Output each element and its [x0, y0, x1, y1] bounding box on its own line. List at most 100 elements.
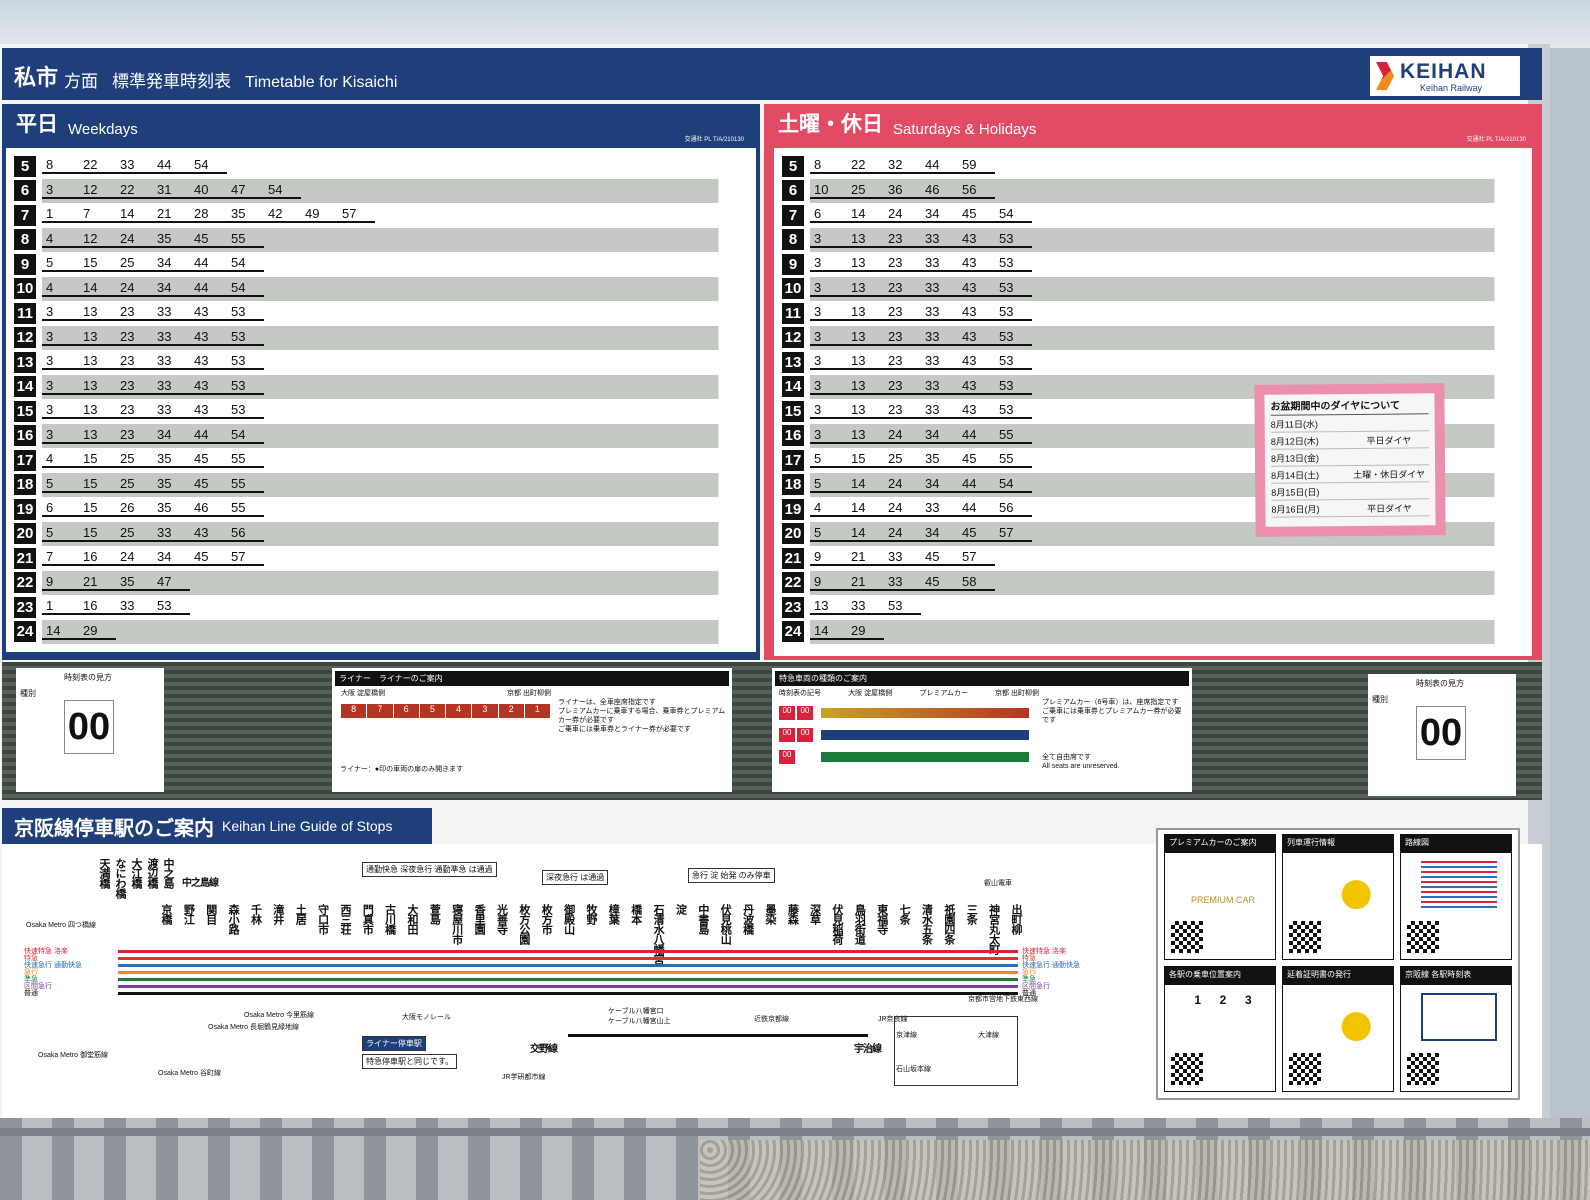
delay-certificate-info[interactable]: 延着証明書の発行 — [1282, 966, 1394, 1092]
departure-minute: 13 — [79, 354, 116, 371]
departure-minute: 43 — [958, 354, 995, 371]
minute-list: 4 14 24 34 44 54 — [42, 280, 264, 297]
express-from: 大阪 淀屋橋側 — [848, 690, 893, 697]
station-name: 大江橋 — [130, 858, 142, 888]
departure-minute: 9 — [42, 574, 79, 591]
station-name: 淀 — [674, 904, 687, 914]
station-name: 石清水八幡宮 — [652, 904, 665, 964]
boarding-info[interactable]: 各駅の乗車位置案内 1 2 3 — [1164, 966, 1276, 1092]
departure-minute: 31 — [153, 182, 190, 199]
holiday-title-en: Saturdays & Holidays — [893, 121, 1037, 138]
departure-minute: 53 — [995, 329, 1032, 346]
departure-minute: 44 — [153, 158, 190, 175]
hour-label: 18 — [782, 474, 804, 496]
minute-list: 3 13 23 33 43 53 — [42, 305, 264, 322]
departure-minute: 23 — [884, 329, 921, 346]
departure-minute: 33 — [153, 378, 190, 395]
departure-minute: 33 — [921, 501, 958, 518]
weekday-row-18: 18 5 15 25 35 45 55 — [14, 472, 748, 497]
departure-minute: 23 — [884, 280, 921, 297]
minute-list: 9 21 33 45 58 — [810, 574, 995, 591]
premium-car-title: プレミアムカーのご案内 — [1165, 835, 1275, 853]
departure-minute: 55 — [227, 231, 264, 248]
holiday-row-23: 23 13 33 53 — [782, 595, 1524, 620]
document-warning-icon — [1303, 993, 1379, 1041]
sample-minute-right: 00 — [1416, 706, 1466, 760]
departure-minute: 45 — [921, 550, 958, 567]
departure-minute: 23 — [116, 378, 153, 395]
departure-minute: 43 — [190, 305, 227, 322]
route-map: 通勤快急 深夜急行 通勤準急 は通過 深夜急行 は通過 急行 淀 始発 のみ停車… — [18, 850, 1148, 1112]
departure-minute: 35 — [921, 452, 958, 469]
gravel — [700, 1140, 1590, 1200]
departure-minute: 54 — [227, 427, 264, 444]
holiday-title: 土曜・休日 — [778, 113, 883, 136]
station-name: 中之島 — [162, 858, 174, 888]
tag-midnight: 深夜急行 は通過 — [542, 870, 609, 885]
departure-minute: 25 — [884, 452, 921, 469]
station-name: 橋本 — [629, 904, 642, 924]
departure-minute: 13 — [847, 329, 884, 346]
minute-list: 4 14 24 33 44 56 — [810, 501, 1032, 518]
departure-minute: 13 — [847, 256, 884, 273]
hour-label: 7 — [782, 204, 804, 226]
weekday-title: 平日 — [16, 113, 58, 136]
hour-label: 10 — [782, 278, 804, 300]
station-name: 渡辺橋 — [146, 858, 158, 888]
departure-minute: 46 — [190, 501, 227, 518]
liner-note-3: ご乗車には乗車券とライナー券が必要です — [558, 726, 691, 733]
minute-list: 4 15 25 35 45 55 — [42, 452, 264, 469]
departure-minute: 24 — [884, 501, 921, 518]
express-ends: 時刻表の記号 大阪 淀屋橋側 プレミアムカー 京都 出町柳側 — [779, 688, 1039, 698]
liner-to: 京都 出町柳側 — [507, 690, 551, 697]
minute-list: 3 12 22 31 40 47 54 — [42, 182, 301, 199]
departure-minute: 34 — [153, 280, 190, 297]
weekday-title-bar: 平日 Weekdays — [2, 104, 760, 144]
express-note-3: 全て自由席です — [1042, 754, 1091, 761]
station-name: 枚方公園 — [517, 904, 530, 944]
departure-minute: 43 — [958, 403, 995, 420]
liner-info: ライナー ライナーのご案内 大阪 淀屋橋側 京都 出町柳側 87654321 ラ… — [332, 668, 732, 792]
hour-label: 18 — [14, 474, 36, 496]
premium-car-info[interactable]: プレミアムカーのご案内 PREMIUM CAR — [1164, 834, 1276, 960]
liner-car: 6 — [393, 704, 420, 718]
hour-label: 16 — [14, 425, 36, 447]
express-note-1: プレミアムカー（6号車）は、座席指定です — [1042, 699, 1179, 706]
hour-label: 7 — [14, 204, 36, 226]
hour-label: 14 — [14, 376, 36, 398]
liner-from: 大阪 淀屋橋側 — [341, 690, 385, 697]
departure-minute: 21 — [79, 574, 116, 591]
departure-minute: 12 — [79, 182, 116, 199]
station-name: 香里園 — [473, 904, 486, 934]
operation-info[interactable]: 列車運行情報 — [1282, 834, 1394, 960]
guide-title-en: Keihan Line Guide of Stops — [222, 818, 393, 834]
departure-minute: 55 — [995, 427, 1032, 444]
notice-schedule — [1349, 422, 1429, 423]
departure-minute: 53 — [995, 280, 1032, 297]
weekday-row-17: 17 4 15 25 35 45 55 — [14, 448, 748, 473]
liner-notes: ライナーは、全車座席指定です プレミアムカーに乗車する場合、乗車券とプレミアムカ… — [558, 698, 726, 734]
departure-minute: 36 — [884, 182, 921, 199]
departure-minute: 23 — [116, 427, 153, 444]
route-map-info[interactable]: 路線図 — [1400, 834, 1512, 960]
timetable-clock-icon — [1421, 993, 1497, 1041]
obon-notice: お盆期間中のダイヤについて 8月11日(水) 8月12日(木) 平日ダイヤ 8月13日… — [1254, 383, 1446, 537]
notice-row: 8月15日(日) — [1271, 482, 1430, 501]
departure-minute: 3 — [810, 354, 847, 371]
departure-minute: 13 — [847, 280, 884, 297]
holiday-row-7: 7 6 14 24 34 45 54 — [782, 203, 1524, 228]
departure-minute: 4 — [810, 501, 847, 518]
minute-list: 8 22 32 44 59 — [810, 158, 995, 175]
departure-minute: 26 — [116, 501, 153, 518]
minute-list: 3 13 23 33 43 53 — [42, 403, 264, 420]
departure-minute: 3 — [810, 231, 847, 248]
departure-minute: 3 — [810, 329, 847, 346]
info-panel: プレミアムカーのご案内 PREMIUM CAR 列車運行情報 路線図 各駅の乗車… — [1156, 828, 1520, 1100]
departure-minute: 40 — [190, 182, 227, 199]
departure-minute: 33 — [153, 354, 190, 371]
each-station-timetable-info[interactable]: 京阪線 各駅時刻表 — [1400, 966, 1512, 1092]
departure-minute: 45 — [958, 207, 995, 224]
station-name: 深草 — [808, 904, 821, 924]
route-line-local — [118, 992, 1018, 995]
logo-name: KEIHAN — [1400, 60, 1487, 83]
